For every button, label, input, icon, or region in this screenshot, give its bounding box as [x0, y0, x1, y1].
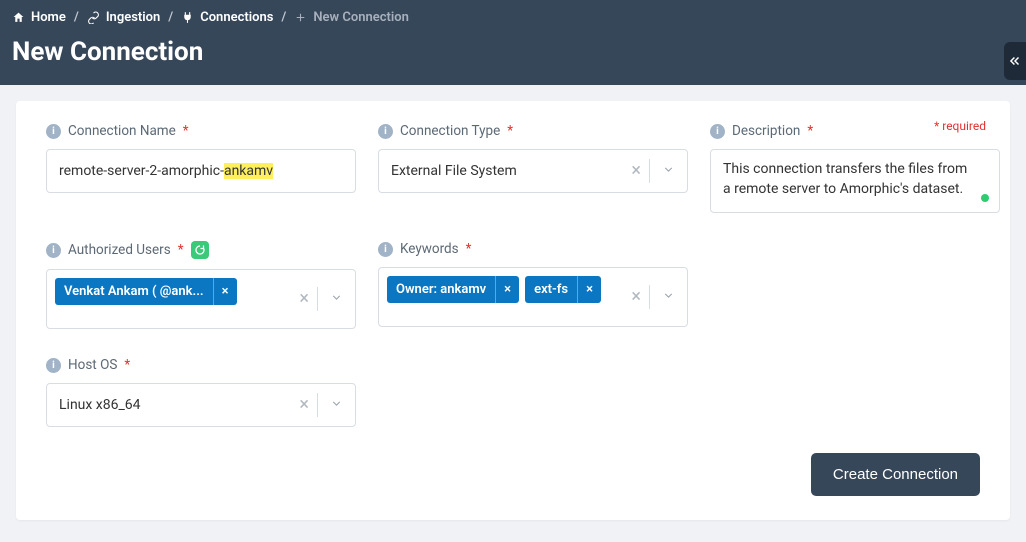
chip-keyword: ext-fs × — [525, 276, 601, 303]
label-text: Connection Name — [68, 123, 176, 139]
page-title: New Connection — [12, 37, 1014, 67]
breadcrumb-connections[interactable]: Connections — [181, 10, 273, 25]
refresh-icon[interactable] — [191, 241, 209, 259]
breadcrumb-ingestion[interactable]: Ingestion — [87, 10, 160, 25]
chip-remove-icon[interactable]: × — [213, 278, 237, 305]
required-asterisk: * — [178, 242, 184, 258]
connection-name-value-highlight: ankamv — [224, 163, 273, 179]
side-panel-toggle[interactable] — [1004, 42, 1026, 80]
label-connection-name: i Connection Name * — [46, 123, 356, 139]
field-host-os: i Host OS * Linux x86_64 × — [46, 357, 356, 427]
page-body: * required i Connection Name * remote-se… — [0, 85, 1026, 536]
breadcrumb-current-label: New Connection — [313, 10, 409, 25]
required-asterisk: * — [183, 123, 189, 139]
authorized-users-select[interactable]: Venkat Ankam ( @ank... × × — [46, 269, 356, 329]
select-controls: × — [623, 159, 687, 183]
required-asterisk: * — [507, 123, 513, 139]
label-connection-type: i Connection Type * — [378, 123, 688, 139]
breadcrumb-sep: / — [168, 10, 173, 25]
field-connection-type: i Connection Type * External File System… — [378, 123, 688, 213]
required-note: * required — [934, 119, 986, 133]
label-text: Connection Type — [400, 123, 500, 139]
chevron-down-icon[interactable] — [318, 397, 355, 414]
connection-name-value-prefix: remote-server-2-amorphic- — [59, 163, 224, 179]
host-os-value: Linux x86_64 — [47, 397, 291, 413]
info-icon[interactable]: i — [46, 358, 61, 373]
host-os-select[interactable]: Linux x86_64 × — [46, 383, 356, 427]
form-actions: Create Connection — [46, 453, 980, 496]
chip-label: Owner: ankamv — [387, 276, 495, 303]
required-asterisk: * — [807, 123, 813, 139]
field-connection-name: i Connection Name * remote-server-2-amor… — [46, 123, 356, 213]
chips-container: Owner: ankamv × ext-fs × — [379, 268, 623, 326]
clear-icon[interactable]: × — [623, 162, 649, 180]
breadcrumb-home[interactable]: Home — [12, 10, 66, 25]
breadcrumb: Home / Ingestion / Connections / New Con… — [12, 10, 1014, 25]
description-input[interactable]: This connection transfers the files from… — [710, 149, 1000, 213]
clear-icon[interactable]: × — [291, 290, 317, 308]
field-description: i Description * This connection transfer… — [710, 123, 1000, 213]
chip-remove-icon[interactable]: × — [495, 276, 519, 303]
breadcrumb-connections-label: Connections — [200, 10, 273, 25]
info-icon[interactable]: i — [46, 243, 61, 258]
keywords-select[interactable]: Owner: ankamv × ext-fs × × — [378, 267, 688, 327]
chevron-down-icon[interactable] — [650, 289, 687, 306]
clear-icon[interactable]: × — [291, 396, 317, 414]
label-host-os: i Host OS * — [46, 357, 356, 373]
label-authorized-users: i Authorized Users * — [46, 241, 356, 259]
breadcrumb-sep: / — [281, 10, 286, 25]
select-controls: × — [623, 268, 687, 326]
chip-label: Venkat Ankam ( @ank... — [55, 278, 213, 305]
form-grid: i Connection Name * remote-server-2-amor… — [46, 123, 980, 427]
breadcrumb-sep: / — [74, 10, 79, 25]
empty-cell — [710, 241, 1000, 329]
chip-label: ext-fs — [525, 276, 577, 303]
create-connection-button[interactable]: Create Connection — [811, 453, 980, 496]
chevron-down-icon[interactable] — [318, 291, 355, 308]
field-keywords: i Keywords * Owner: ankamv × ext-fs × — [378, 241, 688, 329]
link-icon — [87, 11, 100, 24]
label-text: Authorized Users — [68, 242, 171, 258]
label-keywords: i Keywords * — [378, 241, 688, 257]
plug-icon — [181, 11, 194, 24]
select-controls: × — [291, 270, 355, 328]
home-icon — [12, 11, 25, 24]
connection-type-value: External File System — [379, 163, 623, 179]
status-dot-icon — [981, 194, 989, 202]
connection-name-input[interactable]: remote-server-2-amorphic-ankamv — [46, 149, 356, 193]
info-icon[interactable]: i — [378, 242, 393, 257]
required-asterisk: * — [466, 241, 472, 257]
clear-icon[interactable]: × — [623, 288, 649, 306]
required-asterisk: * — [124, 357, 130, 373]
page-header: Home / Ingestion / Connections / New Con… — [0, 0, 1026, 85]
chips-container: Venkat Ankam ( @ank... × — [47, 270, 291, 328]
label-text: Host OS — [68, 357, 117, 373]
label-text: Keywords — [400, 241, 459, 257]
plus-icon — [294, 11, 307, 24]
breadcrumb-ingestion-label: Ingestion — [106, 10, 160, 25]
field-authorized-users: i Authorized Users * Venkat Ankam ( @ank… — [46, 241, 356, 329]
breadcrumb-current: New Connection — [294, 10, 409, 25]
chip-remove-icon[interactable]: × — [577, 276, 601, 303]
label-text: Description — [732, 123, 800, 139]
chip-keyword: Owner: ankamv × — [387, 276, 519, 303]
connection-type-select[interactable]: External File System × — [378, 149, 688, 193]
chevron-down-icon[interactable] — [650, 163, 687, 180]
select-controls: × — [291, 393, 355, 417]
info-icon[interactable]: i — [710, 124, 725, 139]
breadcrumb-home-label: Home — [31, 10, 66, 25]
chip-authorized-user: Venkat Ankam ( @ank... × — [55, 278, 237, 305]
info-icon[interactable]: i — [46, 124, 61, 139]
chevron-double-left-icon — [1008, 54, 1022, 68]
form-card: * required i Connection Name * remote-se… — [16, 101, 1010, 520]
info-icon[interactable]: i — [378, 124, 393, 139]
description-value: This connection transfers the files from… — [723, 161, 967, 197]
